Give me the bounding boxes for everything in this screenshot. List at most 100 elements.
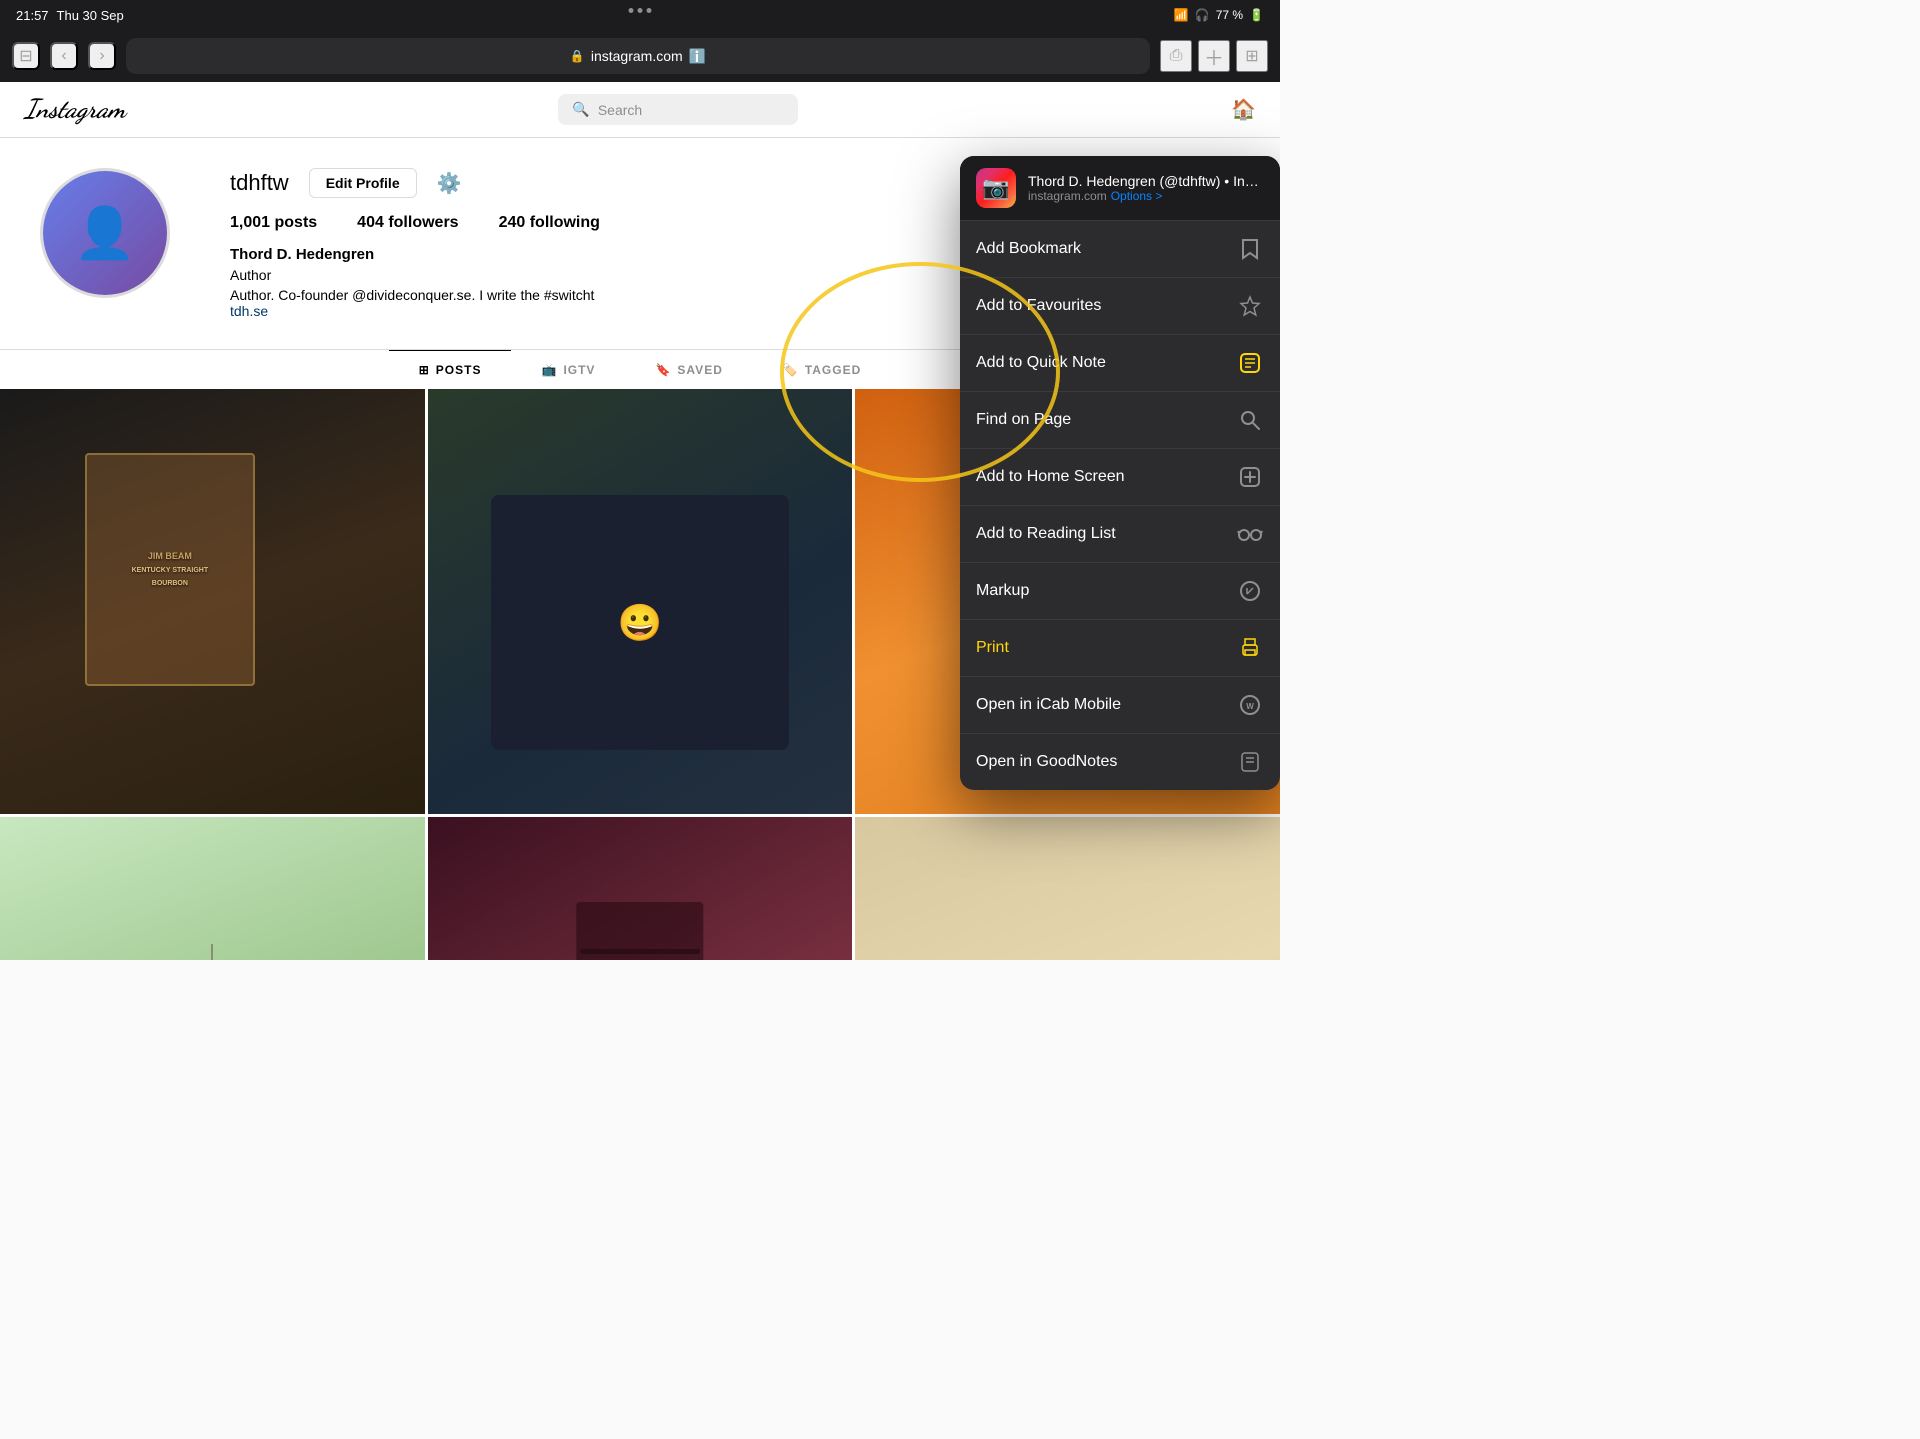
time-display: 21:57	[16, 8, 49, 23]
username: tdhftw	[230, 170, 289, 196]
posts-tab-icon: ⊞	[419, 363, 430, 377]
photo-cell-2[interactable]: 😀	[428, 389, 853, 814]
tabs-button[interactable]: ⊞	[1236, 40, 1268, 72]
status-left: 21:57 Thu 30 Sep	[16, 8, 124, 23]
menu-item-add-home-screen[interactable]: Add to Home Screen	[960, 449, 1280, 506]
saved-tab-icon: 🔖	[655, 363, 671, 377]
search-icon: 🔍	[572, 101, 589, 118]
forward-icon: ›	[99, 47, 104, 65]
share-title-block: Thord D. Hedengren (@tdhftw) • Instag...…	[1028, 173, 1264, 203]
share-app-icon: 📷	[976, 168, 1016, 208]
dot-3	[647, 8, 652, 13]
markup-label: Markup	[976, 582, 1029, 600]
status-right: 📶 🎧 77 % 🔋	[1174, 8, 1264, 22]
add-favourites-label: Add to Favourites	[976, 297, 1101, 315]
print-label: Print	[976, 639, 1009, 657]
tab-posts[interactable]: ⊞ POSTS	[389, 350, 512, 389]
share-icon: ⎙	[1170, 47, 1183, 65]
igtv-tab-label: IGTV	[563, 363, 595, 377]
home-indicator	[580, 949, 700, 954]
options-link[interactable]: Options >	[1111, 189, 1163, 203]
date-display: Thu 30 Sep	[57, 8, 124, 23]
share-subtitle: instagram.com Options >	[1028, 189, 1264, 203]
add-home-screen-label: Add to Home Screen	[976, 468, 1125, 486]
photo-cell-4[interactable]	[0, 817, 425, 960]
markup-icon	[1236, 577, 1264, 605]
home-icon[interactable]: 🏠	[1231, 97, 1256, 122]
share-button[interactable]: ⎙	[1160, 40, 1192, 72]
find-on-page-label: Find on Page	[976, 411, 1071, 429]
lock-icon: 🔒	[570, 49, 585, 63]
new-tab-button[interactable]: ＋	[1198, 40, 1230, 72]
verified-icon: ℹ️	[689, 48, 706, 65]
menu-item-add-quick-note[interactable]: Add to Quick Note	[960, 335, 1280, 392]
menu-item-open-icab[interactable]: Open in iCab Mobile W	[960, 677, 1280, 734]
photo-cell-6[interactable]	[855, 817, 1280, 960]
back-icon: ‹	[61, 47, 66, 65]
sidebar-icon: ⊟	[19, 46, 32, 66]
menu-item-reading-list[interactable]: Add to Reading List	[960, 506, 1280, 563]
new-tab-icon: ＋	[1204, 42, 1224, 71]
share-domain: instagram.com	[1028, 189, 1107, 203]
glasses-icon	[1236, 520, 1264, 548]
tab-tagged[interactable]: 🏷️ TAGGED	[753, 350, 891, 389]
quick-note-icon	[1236, 349, 1264, 377]
photo-cell-5[interactable]	[428, 817, 853, 960]
menu-item-add-bookmark[interactable]: Add Bookmark	[960, 221, 1280, 278]
url-text: instagram.com	[591, 48, 683, 64]
avatar-image: 👤	[43, 171, 167, 295]
following-stat[interactable]: 240 following	[499, 214, 600, 232]
headphones-icon: 🎧	[1195, 8, 1210, 22]
igtv-tab-icon: 📺	[541, 363, 557, 377]
tab-igtv[interactable]: 📺 IGTV	[511, 350, 625, 389]
search-placeholder: Search	[598, 102, 642, 118]
followers-stat[interactable]: 404 followers	[357, 214, 458, 232]
following-count: 240	[499, 214, 526, 231]
tabs-icon: ⊞	[1245, 46, 1258, 66]
sidebar-button[interactable]: ⊟	[12, 42, 40, 70]
photo-cell-1[interactable]: JIM BEAMKENTUCKY STRAIGHTBOURBON	[0, 389, 425, 814]
tagged-tab-icon: 🏷️	[783, 363, 799, 377]
goodnotes-icon	[1236, 748, 1264, 776]
browser-chrome: ⊟ ‹ › 🔒 instagram.com ℹ️ ⎙ ＋ ⊞	[0, 30, 1280, 82]
menu-item-markup[interactable]: Markup	[960, 563, 1280, 620]
battery-icon: 🔋	[1249, 8, 1264, 22]
edit-profile-button[interactable]: Edit Profile	[309, 168, 417, 198]
posts-count: 1,001	[230, 214, 270, 231]
header-icons: 🏠	[1231, 97, 1256, 122]
share-title: Thord D. Hedengren (@tdhftw) • Instag...	[1028, 173, 1264, 189]
instagram-icon: 📷	[982, 175, 1009, 201]
back-button[interactable]: ‹	[50, 42, 78, 70]
menu-item-add-favourites[interactable]: Add to Favourites	[960, 278, 1280, 335]
dot-1	[629, 8, 634, 13]
svg-text:W: W	[1246, 702, 1254, 711]
dot-2	[638, 8, 643, 13]
browser-dots	[629, 8, 652, 13]
star-icon	[1236, 292, 1264, 320]
followers-count: 404	[357, 214, 384, 231]
tagged-tab-label: TAGGED	[805, 363, 861, 377]
share-panel-header: 📷 Thord D. Hedengren (@tdhftw) • Instag.…	[960, 156, 1280, 221]
plus-square-icon	[1236, 463, 1264, 491]
search-box[interactable]: 🔍 Search	[558, 94, 798, 125]
menu-item-print[interactable]: Print	[960, 620, 1280, 677]
saved-tab-label: SAVED	[677, 363, 722, 377]
icab-icon: W	[1236, 691, 1264, 719]
menu-item-find-on-page[interactable]: Find on Page	[960, 392, 1280, 449]
bio-link[interactable]: tdh.se	[230, 303, 268, 319]
add-quick-note-label: Add to Quick Note	[976, 354, 1106, 372]
forward-button[interactable]: ›	[88, 42, 116, 70]
url-bar[interactable]: 🔒 instagram.com ℹ️	[126, 38, 1150, 74]
posts-label: posts	[275, 214, 318, 231]
menu-item-open-goodnotes[interactable]: Open in GoodNotes	[960, 734, 1280, 790]
settings-icon[interactable]: ⚙️	[437, 171, 462, 196]
search-icon-menu	[1236, 406, 1264, 434]
browser-actions: ⎙ ＋ ⊞	[1160, 40, 1268, 72]
status-bar: 21:57 Thu 30 Sep 📶 🎧 77 % 🔋	[0, 0, 1280, 30]
add-bookmark-label: Add Bookmark	[976, 240, 1081, 258]
posts-tab-label: POSTS	[436, 363, 482, 377]
tab-saved[interactable]: 🔖 SAVED	[625, 350, 752, 389]
battery-display: 77 %	[1216, 8, 1243, 22]
open-goodnotes-label: Open in GoodNotes	[976, 753, 1117, 771]
wifi-icon: 📶	[1174, 8, 1189, 22]
